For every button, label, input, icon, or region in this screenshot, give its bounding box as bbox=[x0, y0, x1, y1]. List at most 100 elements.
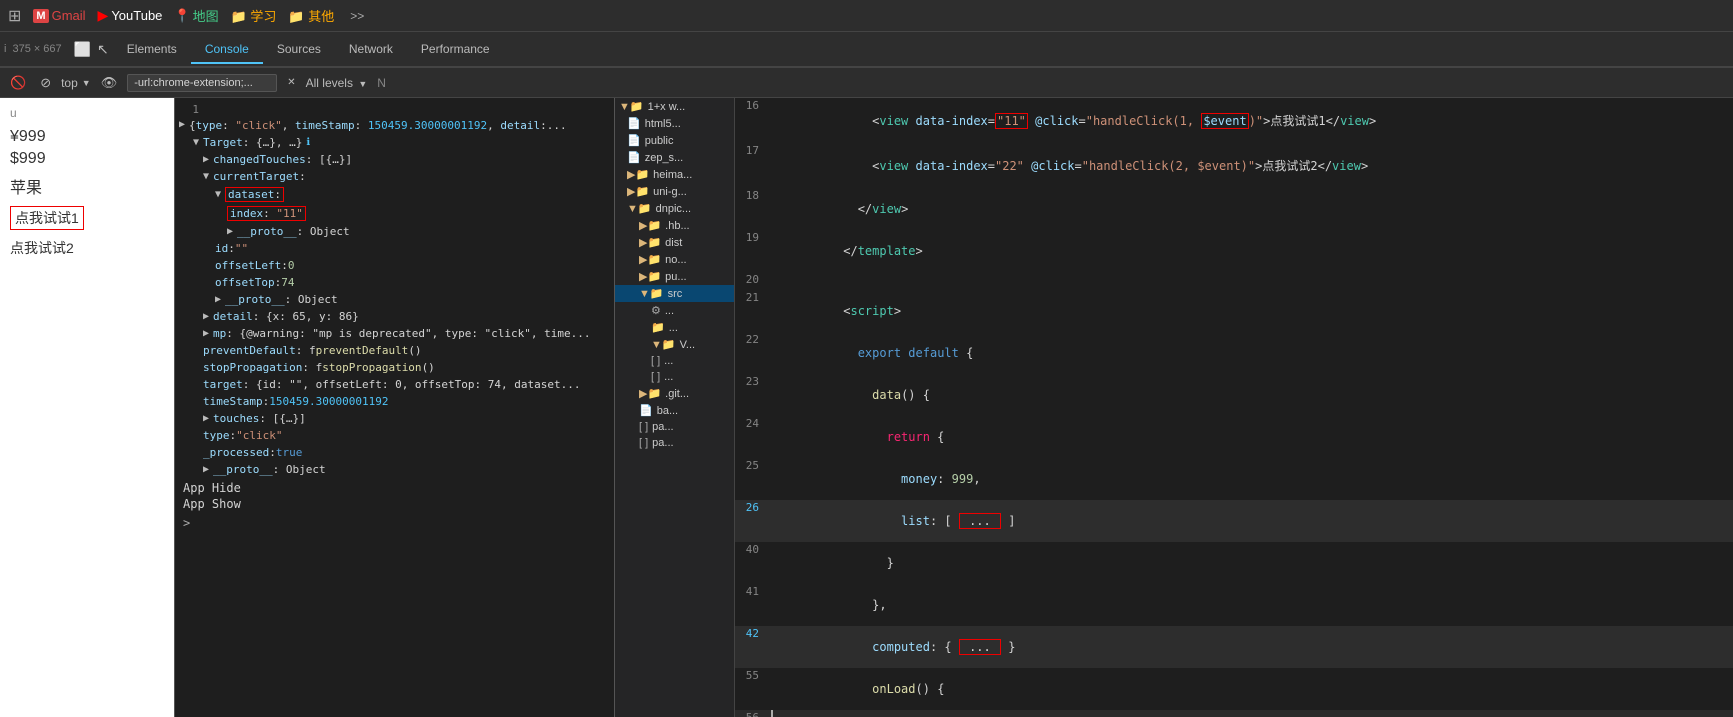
folder1-label[interactable]: 📁 学习 bbox=[231, 6, 277, 25]
console-processed: _processed: true bbox=[175, 444, 614, 461]
tab-performance[interactable]: Performance bbox=[407, 36, 504, 64]
devtools-x-sep: × bbox=[34, 43, 40, 55]
click-item-1[interactable]: 点我试试1 bbox=[10, 206, 84, 230]
console-changed-touches[interactable]: ▶ changedTouches: [{…}] bbox=[175, 151, 614, 168]
file-tree-panel: ▼📁 1+x w... 📄 html5... 📄 public 📄 zep_s.… bbox=[615, 98, 735, 717]
code-line-21: 21 <script> bbox=[735, 290, 1733, 332]
folder-icon-no: ▶📁 bbox=[639, 253, 661, 266]
code-line-42: 42 computed: { ... } bbox=[735, 626, 1733, 668]
devtools-width: 375 bbox=[12, 43, 30, 55]
console-detail[interactable]: ▶ detail: {x: 65, y: 86} bbox=[175, 308, 614, 325]
tree-item-src[interactable]: ▼📁 src bbox=[615, 285, 734, 302]
code-editor: 16 <view data-index="11" @click="handleC… bbox=[735, 98, 1733, 717]
console-toolbar: 🚫 ⊘ top ▼ 👁 ✕ All levels ▼ N bbox=[0, 68, 1733, 98]
console-filter-input[interactable] bbox=[127, 74, 277, 92]
folder-icon-pu: ▶📁 bbox=[639, 270, 661, 283]
file-icon-pa2: [ ] bbox=[639, 437, 648, 449]
console-offsettop: offsetTop: 74 bbox=[175, 274, 614, 291]
tab-network[interactable]: Network bbox=[335, 36, 407, 64]
tree-item-hb[interactable]: ▶📁 .hb... bbox=[615, 217, 734, 234]
code-line-18: 18 </view> bbox=[735, 188, 1733, 230]
elements-icon[interactable]: ⬜ bbox=[72, 39, 93, 60]
console-proto1[interactable]: ▶ __proto__: Object bbox=[175, 223, 614, 240]
file-icon-ba: 📄 bbox=[639, 404, 653, 417]
file-icon-arr2: [ ] bbox=[651, 371, 660, 383]
code-line-56: 56 bbox=[735, 710, 1733, 717]
code-line-23: 23 data() { bbox=[735, 374, 1733, 416]
console-target2: target: {id: "", offsetLeft: 0, offsetTo… bbox=[175, 376, 614, 393]
cursor-icon[interactable]: ↖ bbox=[93, 39, 113, 60]
top-dropdown[interactable]: top ▼ bbox=[61, 76, 91, 90]
tree-item-git[interactable]: ▶📁 .git... bbox=[615, 385, 734, 402]
tree-item-ba[interactable]: 📄 ba... bbox=[615, 402, 734, 419]
devtools: i 375 × 667 ⬜ ↖ Elements Console Sources… bbox=[0, 32, 1733, 717]
tab-elements[interactable]: Elements bbox=[113, 36, 191, 64]
console-dataset[interactable]: ▼ dataset: bbox=[175, 185, 614, 204]
console-more[interactable]: > bbox=[175, 514, 614, 532]
console-current-target[interactable]: ▼ currentTarget: bbox=[175, 168, 614, 185]
tree-item-html5[interactable]: 📄 html5... bbox=[615, 115, 734, 132]
tree-item-arr2[interactable]: [ ] ... bbox=[615, 369, 734, 385]
console-proto2[interactable]: ▶ __proto__: Object bbox=[175, 291, 614, 308]
tab-sources[interactable]: Sources bbox=[263, 36, 335, 64]
gmail-label[interactable]: M Gmail bbox=[33, 8, 85, 23]
tree-item-unig[interactable]: ▶📁 uni-g... bbox=[615, 183, 734, 200]
code-line-22: 22 export default { bbox=[735, 332, 1733, 374]
apple-text: 苹果 bbox=[10, 174, 164, 198]
console-type: type: "click" bbox=[175, 427, 614, 444]
devtools-tab-bar: i 375 × 667 ⬜ ↖ Elements Console Sources… bbox=[0, 32, 1733, 68]
tab-console[interactable]: Console bbox=[191, 36, 263, 64]
console-mp[interactable]: ▶ mp: {@warning: "mp is deprecated", typ… bbox=[175, 325, 614, 342]
folder-icon-v: ▼📁 bbox=[651, 338, 676, 351]
levels-dropdown[interactable]: All levels ▼ bbox=[306, 76, 368, 90]
folder-open-icon: ▼📁 bbox=[619, 100, 644, 113]
maps-label[interactable]: 📍 地图 bbox=[174, 6, 218, 25]
app-preview-panel: u ¥999 $999 苹果 点我试试1 点我试试2 bbox=[0, 98, 175, 717]
folder2-label[interactable]: 📁 其他 bbox=[288, 6, 334, 25]
info-icon: ℹ bbox=[306, 137, 310, 148]
console-target[interactable]: ▼ Target: {…}, …} ℹ bbox=[175, 134, 614, 151]
tree-item-public[interactable]: 📄 public bbox=[615, 132, 734, 149]
top-label: top bbox=[61, 76, 78, 90]
console-touches[interactable]: ▶ touches: [{…}] bbox=[175, 410, 614, 427]
folder-icon-hb: ▶📁 bbox=[639, 219, 661, 232]
tree-item-pa2[interactable]: [ ] pa... bbox=[615, 435, 734, 451]
tree-item-1xw[interactable]: ▼📁 1+x w... bbox=[615, 98, 734, 115]
tree-item-pa1[interactable]: [ ] pa... bbox=[615, 419, 734, 435]
clear-console-button[interactable]: 🚫 bbox=[6, 73, 30, 93]
code-line-24: 24 return { bbox=[735, 416, 1733, 458]
devtools-size-indicator: i bbox=[4, 43, 6, 55]
more-icon[interactable]: >> bbox=[350, 9, 364, 23]
code-line-19: 19 </template> bbox=[735, 230, 1733, 272]
tree-item-v[interactable]: ▼📁 V... bbox=[615, 336, 734, 353]
click-item-2[interactable]: 点我试试2 bbox=[10, 238, 164, 258]
file-icon-public: 📄 bbox=[627, 134, 641, 147]
tree-item-heima[interactable]: ▶📁 heima... bbox=[615, 166, 734, 183]
gear-folder-icon: ⚙ bbox=[651, 304, 661, 317]
folder-icon-dnpic: ▼📁 bbox=[627, 202, 652, 215]
eye-button[interactable]: 👁 bbox=[97, 73, 122, 93]
console-proto3[interactable]: ▶ __proto__: Object bbox=[175, 461, 614, 478]
tree-item-no[interactable]: ▶📁 no... bbox=[615, 251, 734, 268]
tree-item-dist[interactable]: ▶📁 dist bbox=[615, 234, 734, 251]
tree-item-zeps[interactable]: 📄 zep_s... bbox=[615, 149, 734, 166]
tree-item-folder1[interactable]: 📁 ... bbox=[615, 319, 734, 336]
dataset-box: dataset: bbox=[225, 187, 284, 202]
folder-icon-git: ▶📁 bbox=[639, 387, 661, 400]
tree-item-gear[interactable]: ⚙ ... bbox=[615, 302, 734, 319]
console-click-event[interactable]: ▶ {type: "click", timeStamp: 150459.3000… bbox=[175, 117, 614, 134]
tree-item-arr1[interactable]: [ ] ... bbox=[615, 353, 734, 369]
apps-grid-icon[interactable]: ⊞ bbox=[8, 6, 21, 26]
top-bar: ⊞ M Gmail ▶ YouTube 📍 地图 📁 学习 📁 其他 >> bbox=[0, 0, 1733, 32]
tree-item-pu[interactable]: ▶📁 pu... bbox=[615, 268, 734, 285]
filter-close-icon[interactable]: ✕ bbox=[283, 75, 299, 90]
stop-button[interactable]: ⊘ bbox=[36, 73, 55, 93]
tree-item-dnpic[interactable]: ▼📁 dnpic... bbox=[615, 200, 734, 217]
code-line-20: 20 bbox=[735, 272, 1733, 290]
youtube-label[interactable]: ▶ YouTube bbox=[98, 7, 163, 24]
file-icon-pa1: [ ] bbox=[639, 421, 648, 433]
code-line-25: 25 money: 999, bbox=[735, 458, 1733, 500]
code-line-40: 40 } bbox=[735, 542, 1733, 584]
n-indicator: N bbox=[377, 76, 386, 90]
console-app-show: App Show bbox=[175, 496, 614, 514]
